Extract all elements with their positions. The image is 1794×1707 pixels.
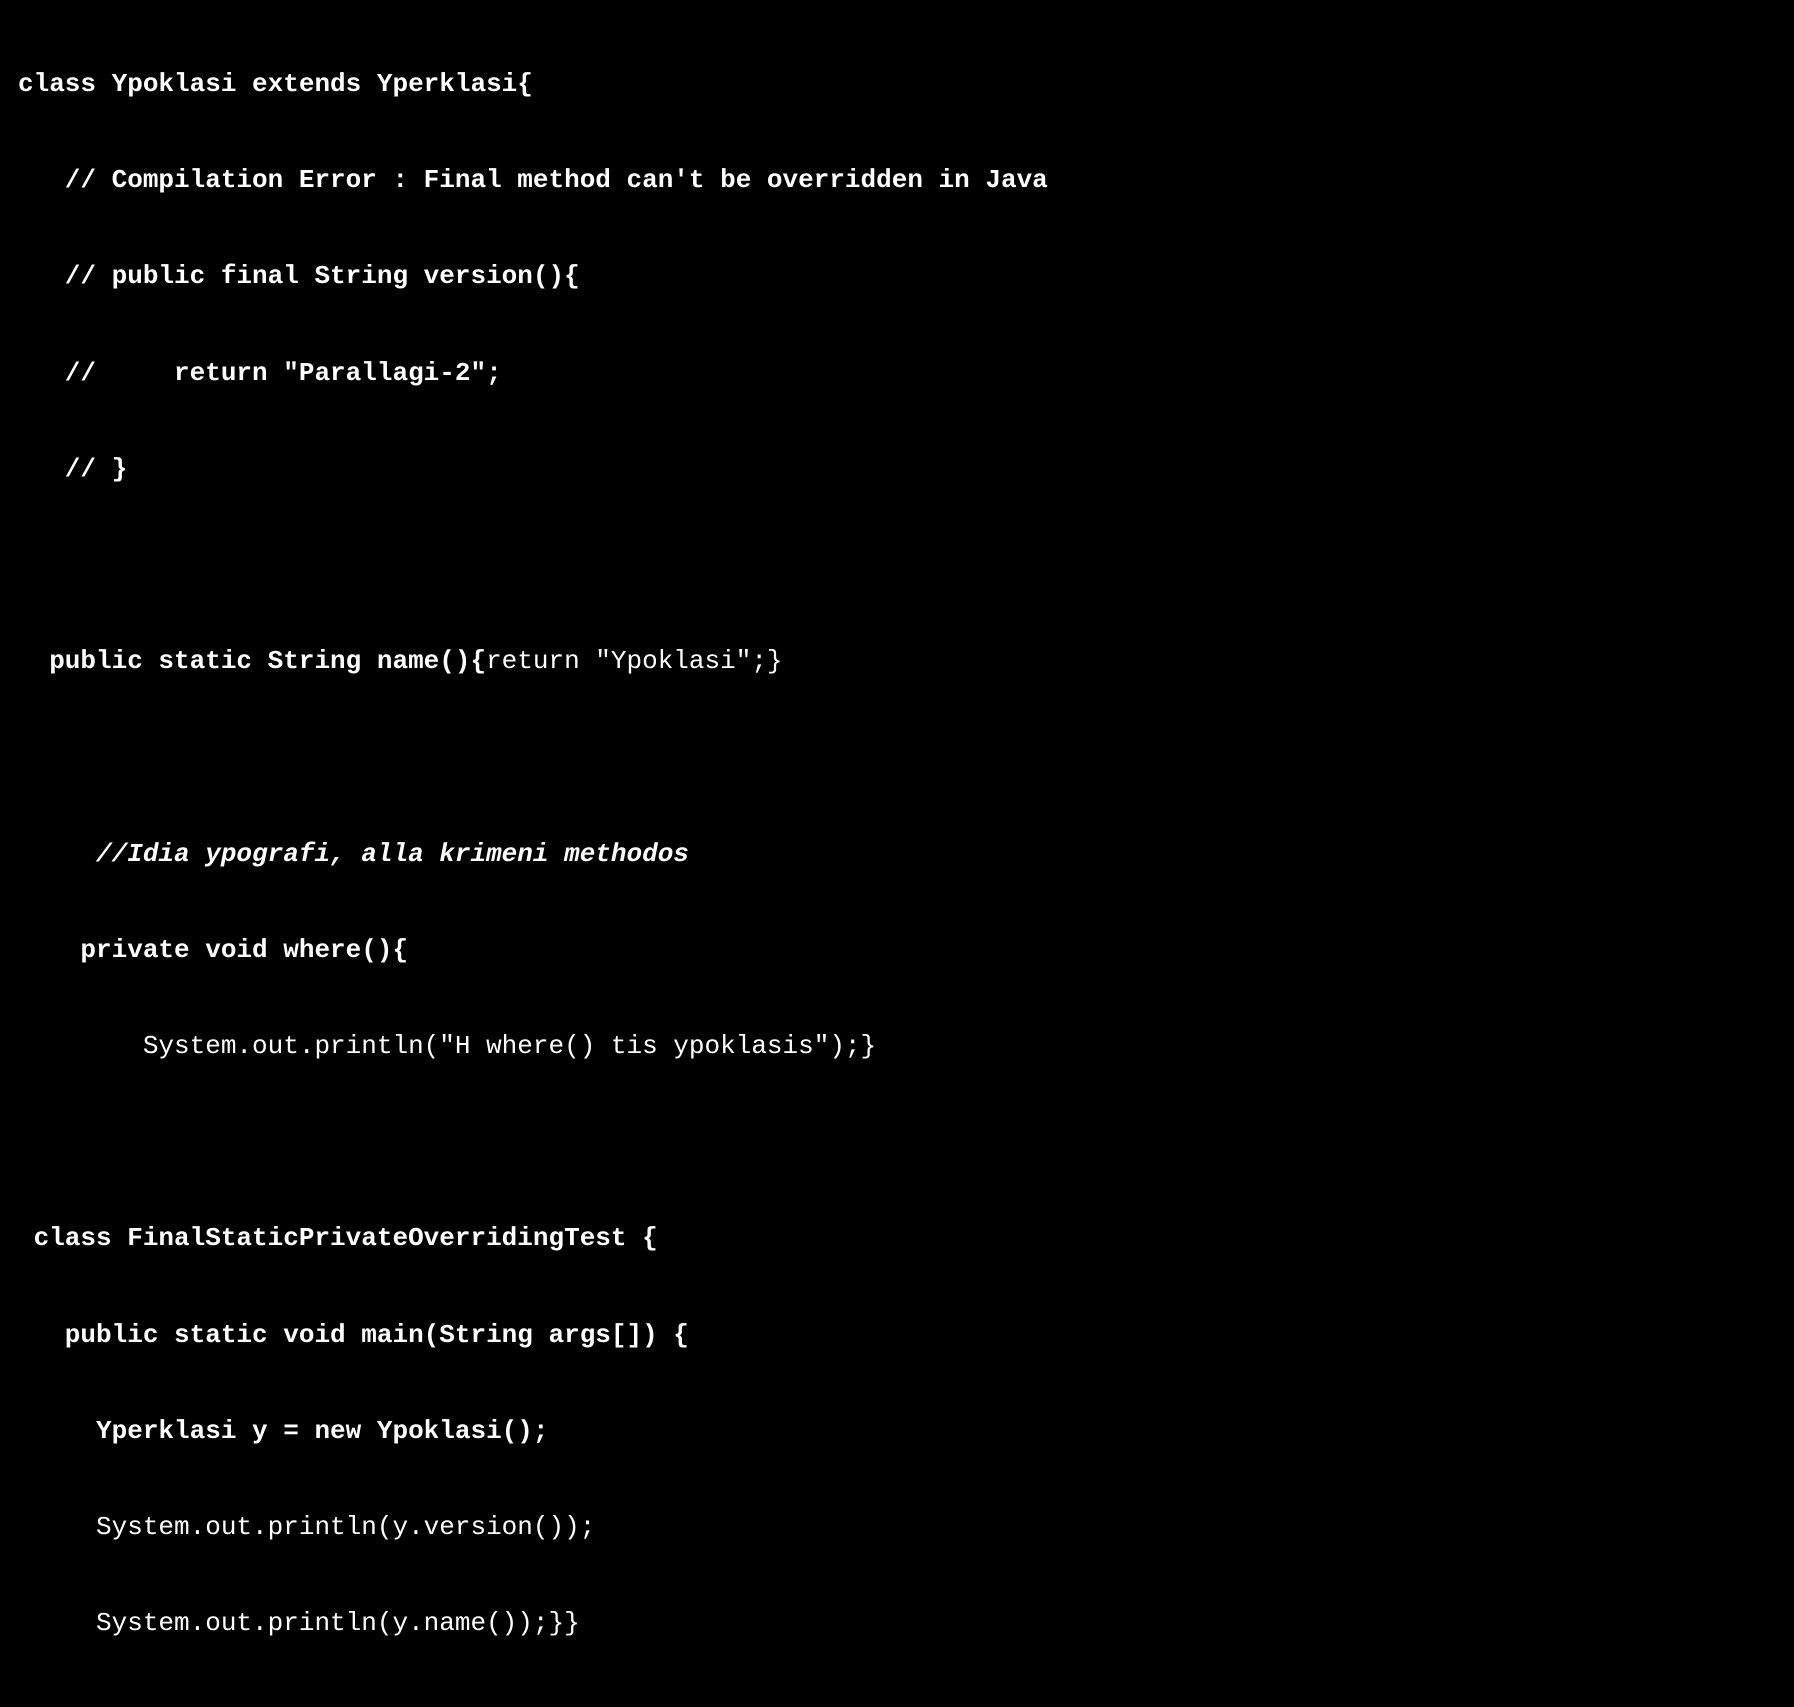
- code-line-6: public static String name(){return "Ypok…: [18, 637, 1776, 685]
- code-line-blank-1: [18, 541, 1776, 589]
- code-line-7: //Idia ypografi, alla krimeni methodos: [18, 830, 1776, 878]
- code-line-10: class FinalStaticPrivateOverridingTest {: [18, 1214, 1776, 1262]
- code-line-6a: public static String name(){: [18, 646, 486, 676]
- code-line-3: // public final String version(){: [18, 252, 1776, 300]
- code-line-14: System.out.println(y.name());}}: [18, 1599, 1776, 1647]
- code-line-8: private void where(){: [18, 926, 1776, 974]
- code-line-2: // Compilation Error : Final method can'…: [18, 156, 1776, 204]
- code-line-4: // return "Parallagi-2";: [18, 349, 1776, 397]
- code-line-blank-2: [18, 733, 1776, 781]
- code-block: class Ypoklasi extends Yperklasi{ // Com…: [0, 0, 1794, 1707]
- code-line-12: Yperklasi y = new Ypoklasi();: [18, 1407, 1776, 1455]
- code-line-9: System.out.println("H where() tis ypokla…: [18, 1022, 1776, 1070]
- code-line-blank-3: [18, 1118, 1776, 1166]
- code-line-11: public static void main(String args[]) {: [18, 1311, 1776, 1359]
- code-line-13: System.out.println(y.version());: [18, 1503, 1776, 1551]
- code-line-6b: return "Ypoklasi";}: [486, 646, 782, 676]
- code-line-5: // }: [18, 445, 1776, 493]
- code-line-1: class Ypoklasi extends Yperklasi{: [18, 60, 1776, 108]
